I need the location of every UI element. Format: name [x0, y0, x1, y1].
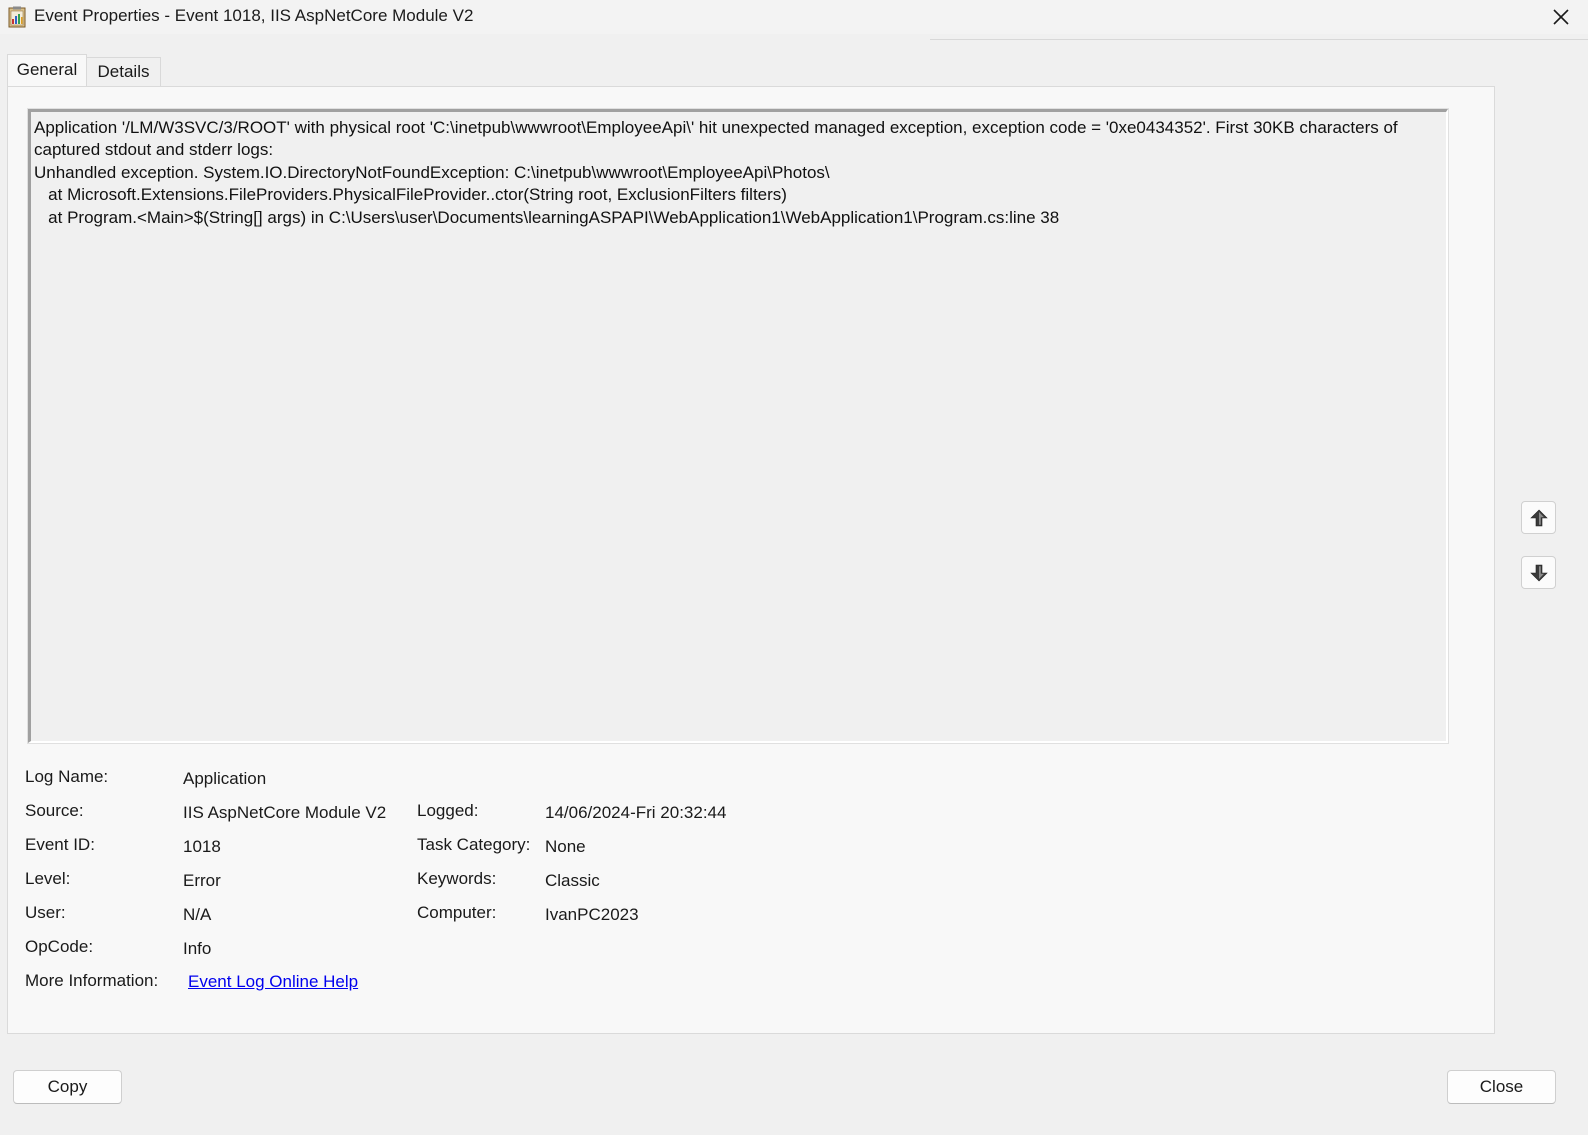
user-value: N/A — [183, 905, 212, 924]
previous-event-button[interactable] — [1521, 501, 1556, 534]
more-information-label: More Information: — [25, 971, 159, 990]
tab-general[interactable]: General — [7, 54, 87, 86]
log-name-label: Log Name: — [25, 767, 109, 786]
keywords-label: Keywords: — [417, 869, 497, 888]
event-id-label: Event ID: — [25, 835, 95, 854]
source-label: Source: — [25, 801, 84, 820]
title-separator — [930, 39, 1588, 40]
close-button[interactable]: Close — [1447, 1070, 1556, 1104]
event-description-box[interactable]: Application '/LM/W3SVC/3/ROOT' with phys… — [27, 108, 1449, 744]
description-line: Unhandled exception. System.IO.Directory… — [34, 162, 830, 182]
description-line: Application '/LM/W3SVC/3/ROOT' with phys… — [34, 118, 1403, 160]
arrow-down-icon — [1530, 564, 1548, 582]
event-log-online-help-link[interactable]: Event Log Online Help — [188, 972, 358, 992]
event-properties-window: Event Properties - Event 1018, IIS AspNe… — [0, 0, 1588, 1135]
level-value: Error — [183, 871, 221, 890]
task-category-label: Task Category: — [417, 835, 531, 854]
task-category-value: None — [545, 837, 586, 856]
close-icon[interactable] — [1548, 4, 1574, 30]
tab-details[interactable]: Details — [87, 57, 161, 86]
description-line: at Microsoft.Extensions.FileProviders.Ph… — [34, 185, 787, 205]
opcode-value: Info — [183, 939, 212, 958]
computer-value: IvanPC2023 — [545, 905, 639, 924]
computer-label: Computer: — [417, 903, 497, 922]
keywords-value: Classic — [545, 871, 600, 890]
event-viewer-icon — [8, 6, 28, 28]
opcode-label: OpCode: — [25, 937, 94, 956]
window-title: Event Properties - Event 1018, IIS AspNe… — [34, 6, 474, 25]
log-name-value: Application — [183, 769, 267, 788]
event-id-value: 1018 — [183, 837, 221, 856]
arrow-up-icon — [1530, 509, 1548, 527]
logged-label: Logged: — [417, 801, 479, 820]
source-value: IIS AspNetCore Module V2 — [183, 803, 387, 822]
logged-value: 14/06/2024-Fri 20:32:44 — [545, 803, 727, 822]
description-line: at Program.<Main>$(String[] args) in C:\… — [34, 207, 1060, 227]
user-label: User: — [25, 903, 66, 922]
title-bar: Event Properties - Event 1018, IIS AspNe… — [0, 0, 1588, 34]
copy-button[interactable]: Copy — [13, 1070, 122, 1104]
level-label: Level: — [25, 869, 71, 888]
next-event-button[interactable] — [1521, 556, 1556, 589]
